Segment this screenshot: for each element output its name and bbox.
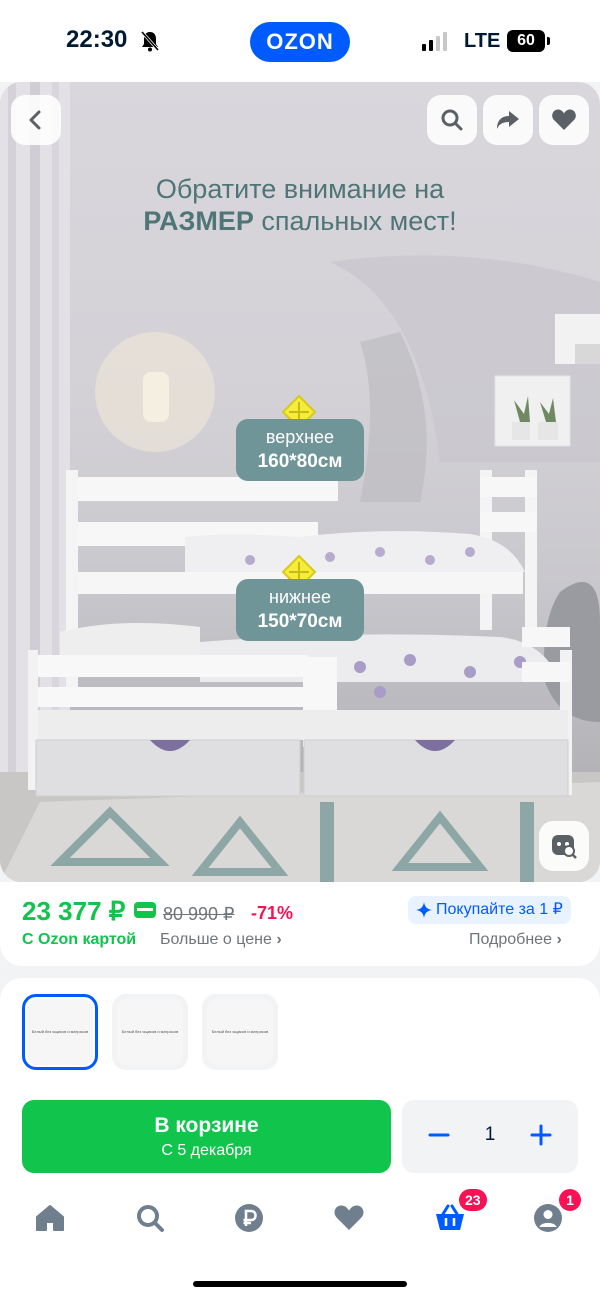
product-image-gallery[interactable]: Обратите внимание на РАЗМЕР спальных мес… bbox=[0, 82, 600, 882]
headline-rest: спальных мест bbox=[253, 206, 450, 236]
bell-muted-icon bbox=[140, 31, 160, 52]
details-link[interactable]: Подробнее › bbox=[469, 931, 562, 949]
lower-bed-label: нижнее bbox=[269, 587, 331, 607]
back-button[interactable] bbox=[11, 95, 61, 145]
quantity-stepper[interactable]: 1 bbox=[402, 1100, 578, 1173]
favorite-button[interactable] bbox=[539, 95, 589, 145]
variant-caption: Белый без ящиков и матрасов bbox=[117, 999, 183, 1065]
headline-emphasis: РАЗМЕР bbox=[143, 206, 254, 236]
search-icon bbox=[137, 1205, 164, 1232]
favorites-icon bbox=[334, 1205, 364, 1230]
tab-home[interactable] bbox=[30, 1198, 70, 1238]
minus-icon[interactable] bbox=[424, 1120, 454, 1150]
profile-badge: 1 bbox=[559, 1189, 581, 1211]
purchase-sheet: Белый без ящиков и матрасов Белый без ящ… bbox=[0, 978, 600, 1300]
share-icon bbox=[497, 111, 519, 129]
chevron-right-icon: › bbox=[276, 931, 282, 948]
plus-icon[interactable] bbox=[526, 1120, 556, 1150]
network-type: LTE bbox=[464, 30, 501, 52]
price-with-ozon-card: 23 377 ₽ bbox=[22, 896, 126, 926]
delivery-date: С 5 декабря bbox=[161, 1142, 252, 1159]
back-icon bbox=[29, 110, 41, 130]
more-price-label: Больше о цене bbox=[160, 931, 272, 948]
heart-icon bbox=[552, 109, 576, 130]
visual-search-icon bbox=[552, 835, 577, 859]
old-price: 80 990 ₽ bbox=[163, 904, 235, 924]
discount-badge: -71% bbox=[251, 903, 294, 923]
more-about-price-link[interactable]: Больше о цене › bbox=[160, 931, 282, 949]
variant-caption: Белый без ящиков и матрасов bbox=[27, 999, 93, 1065]
search-button[interactable] bbox=[427, 95, 477, 145]
quantity-value: 1 bbox=[484, 1124, 496, 1145]
lower-bed-size: 150*70см bbox=[257, 611, 343, 632]
in-cart-button[interactable]: В корзине С 5 декабря bbox=[22, 1100, 391, 1173]
home-indicator bbox=[193, 1281, 407, 1287]
variant-thumbnail-2[interactable]: Белый без ящиков и матрасов bbox=[112, 994, 188, 1070]
status-time: 22:30 bbox=[66, 26, 128, 53]
cart-badge: 23 bbox=[459, 1189, 487, 1211]
battery-tip bbox=[547, 37, 550, 45]
chevron-right-icon: › bbox=[556, 931, 562, 948]
home-icon bbox=[36, 1205, 64, 1231]
ozon-logo[interactable]: OZON bbox=[250, 22, 350, 62]
price-card: 23 377 ₽ 80 990 ₽ -71% Покупайте за 1 ₽ … bbox=[0, 882, 600, 966]
ozon-card-label[interactable]: С Ozon картой bbox=[22, 931, 136, 949]
promo-headline-line1: Обратите внимание на bbox=[155, 174, 445, 204]
tab-catalog[interactable] bbox=[130, 1198, 170, 1238]
search-icon bbox=[441, 109, 463, 131]
lower-bed-size-badge: нижнее 150*70см bbox=[236, 579, 364, 641]
upper-bed-size-badge: верхнее 160*80см bbox=[236, 419, 364, 481]
buy-for-1-ruble-link[interactable]: Покупайте за 1 ₽ bbox=[408, 896, 571, 924]
promo-label: Покупайте за 1 ₽ bbox=[436, 901, 563, 918]
variant-thumbnail-1[interactable]: Белый без ящиков и матрасов bbox=[22, 994, 98, 1070]
ruble-icon bbox=[235, 1204, 263, 1232]
signal-icon bbox=[422, 32, 447, 51]
promo-headline-line2: РАЗМЕР спальных мест! bbox=[0, 206, 600, 237]
sparkle-icon bbox=[416, 902, 432, 918]
profile-icon bbox=[534, 1204, 562, 1232]
variant-thumbnail-3[interactable]: Белый без ящиков и матрасов bbox=[202, 994, 278, 1070]
details-label: Подробнее bbox=[469, 931, 552, 948]
variant-caption: Белый без ящиков и матрасов bbox=[207, 999, 273, 1065]
headline-end: ! bbox=[449, 206, 457, 236]
status-bar: 22:30 OZON LTE 60 bbox=[0, 0, 600, 82]
upper-bed-label: верхнее bbox=[265, 427, 335, 447]
in-cart-label: В корзине bbox=[154, 1114, 259, 1137]
battery-icon: 60 bbox=[507, 30, 545, 52]
share-button[interactable] bbox=[483, 95, 533, 145]
tab-finance[interactable] bbox=[229, 1198, 269, 1238]
tab-favorites[interactable] bbox=[329, 1198, 369, 1238]
upper-bed-size: 160*80см bbox=[257, 451, 343, 472]
ozon-card-icon bbox=[134, 902, 156, 918]
visual-search-button[interactable] bbox=[539, 821, 589, 871]
